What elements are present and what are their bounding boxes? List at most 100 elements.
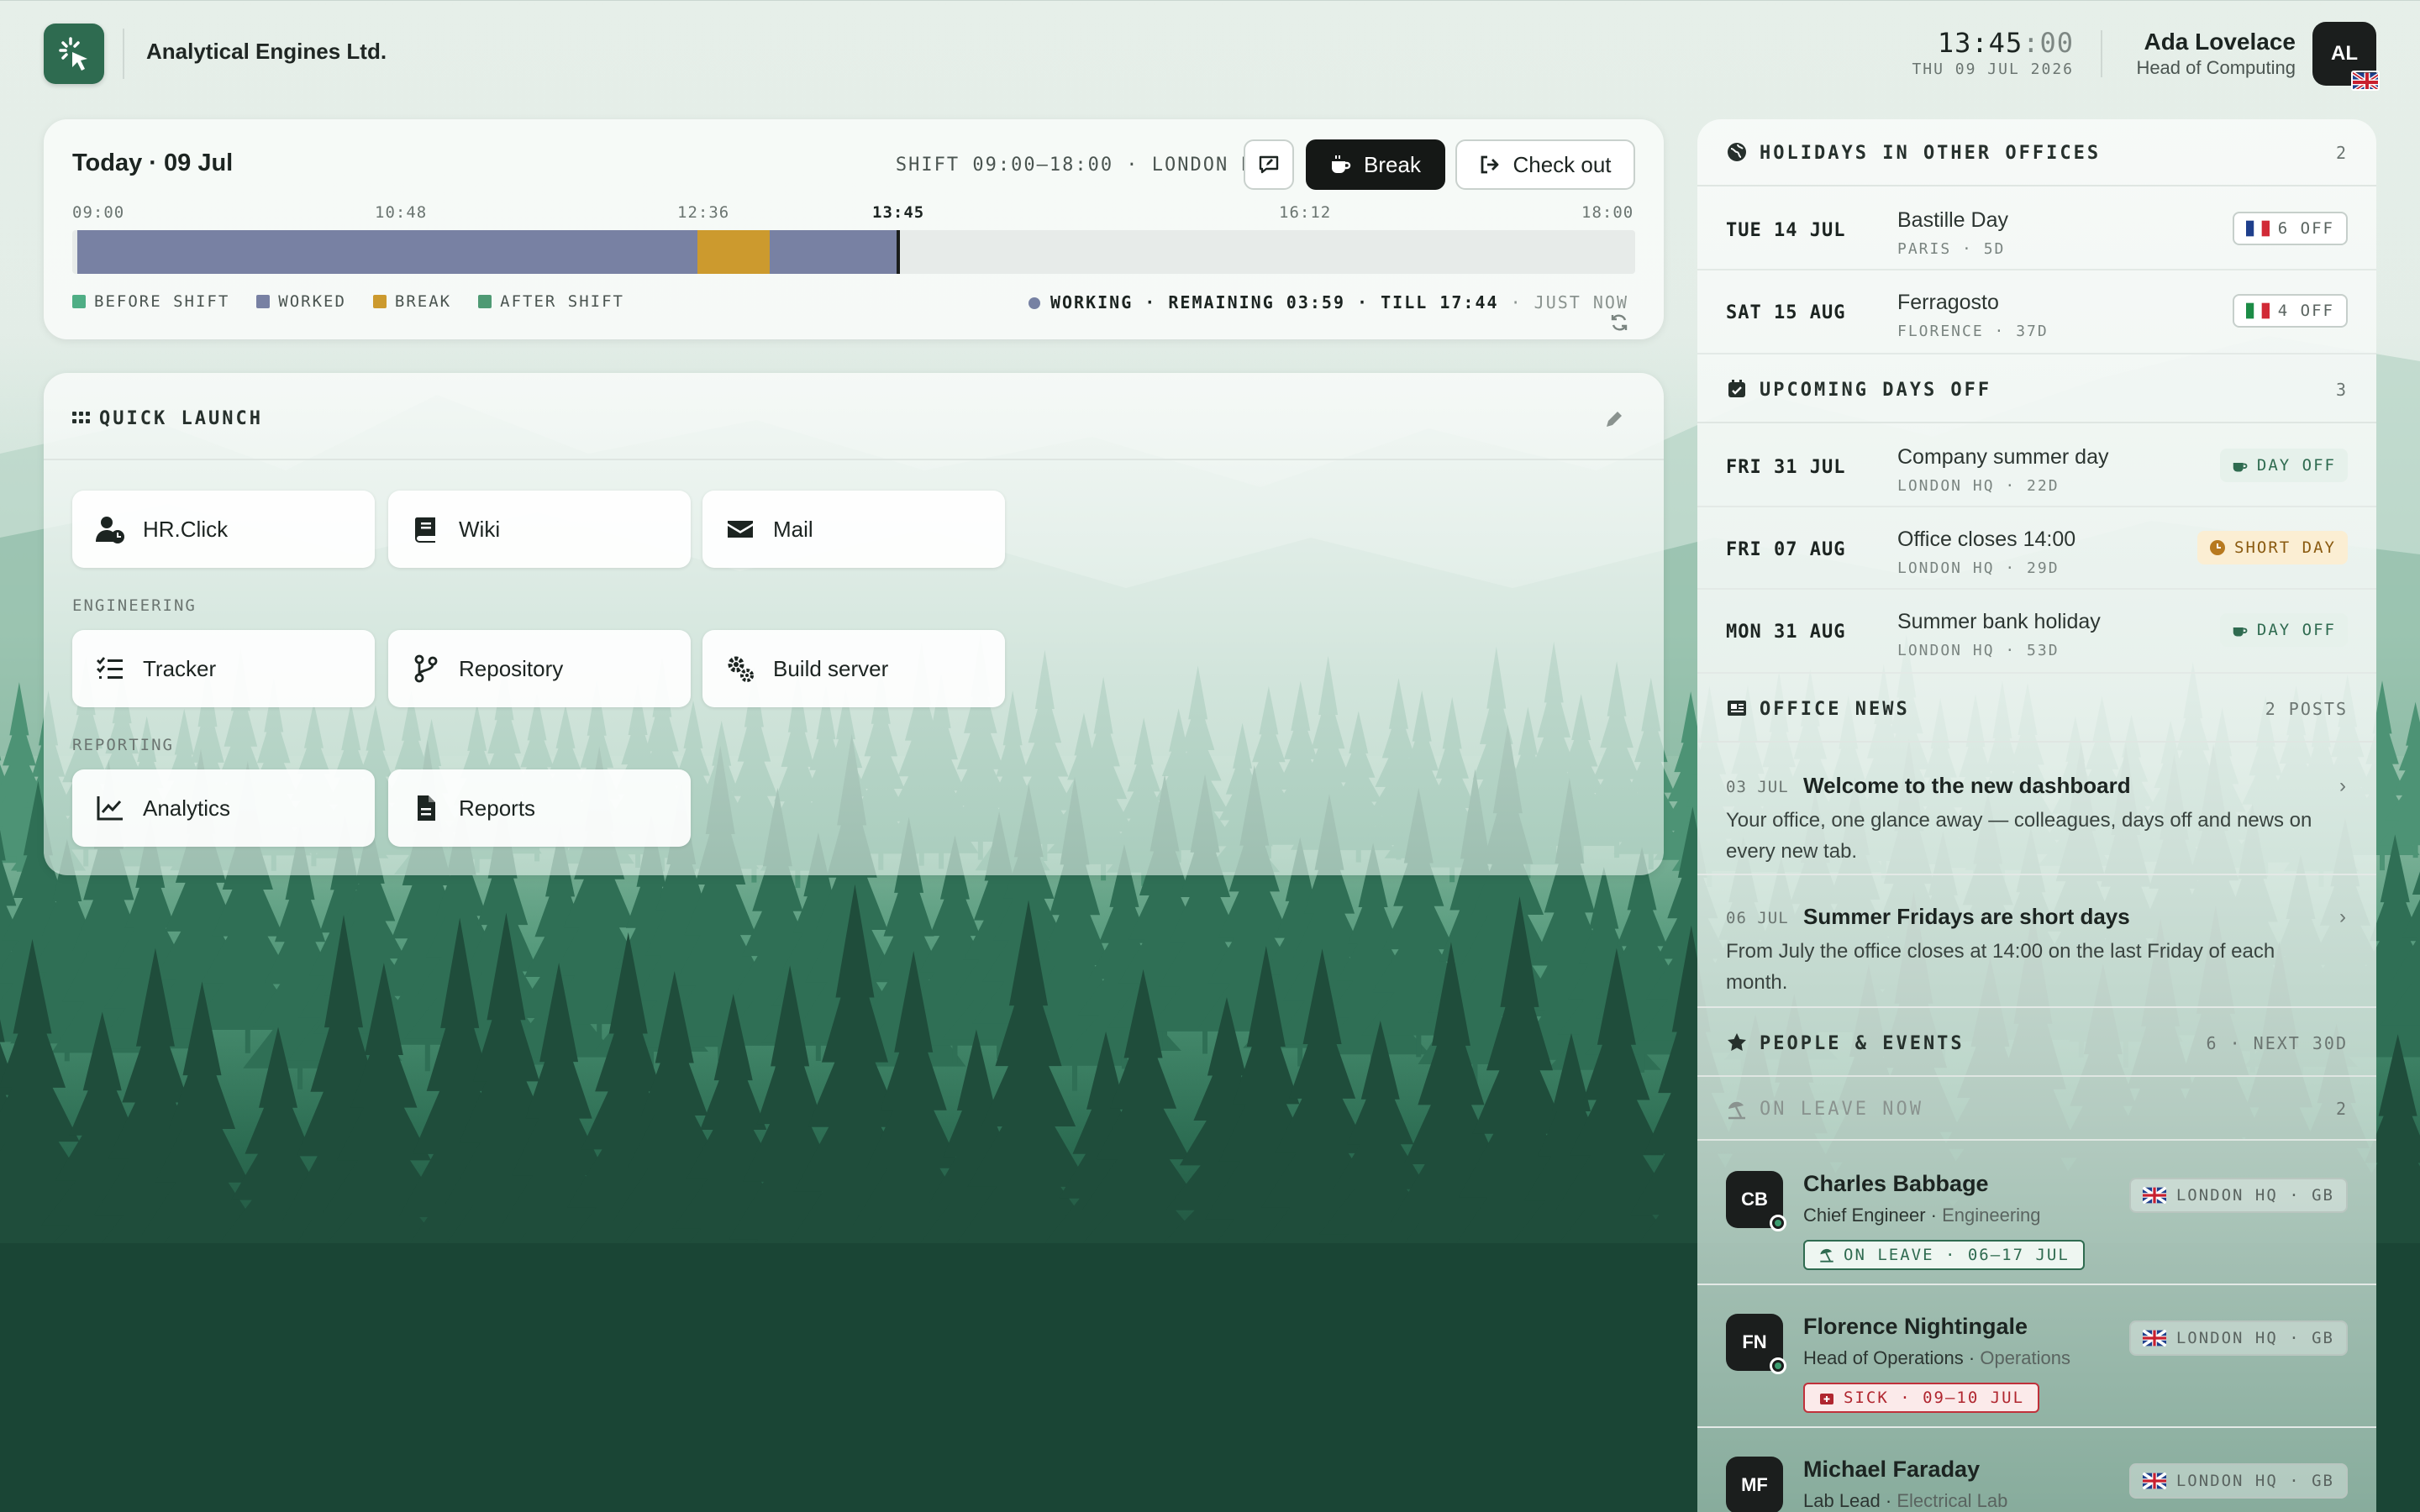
list-check-icon: [97, 657, 123, 679]
chevron-right-icon: ›: [2339, 906, 2346, 928]
on-leave-badge: ON LEAVE · 06–17 JUL: [1803, 1240, 2085, 1270]
avatar: MF: [1726, 1457, 1783, 1512]
tile-wiki[interactable]: Wiki: [388, 491, 691, 568]
tick-label: 18:00: [1581, 203, 1634, 222]
tile-label: Analytics: [143, 795, 231, 821]
day-off-row[interactable]: FRI 31 JUL Company summer day LONDON HQ …: [1697, 425, 2376, 507]
tile-mail[interactable]: Mail: [702, 491, 1005, 568]
section-label-reporting: REPORTING: [72, 736, 174, 754]
news-item[interactable]: 03 JUL Welcome to the new dashboard Your…: [1697, 744, 2376, 875]
online-indicator: [1770, 1215, 1786, 1231]
newspaper-icon: [1728, 701, 1746, 716]
legend-after-shift: AFTER SHIFT: [478, 292, 624, 311]
break-button[interactable]: Break: [1306, 139, 1445, 190]
coffee-icon: [2233, 463, 2248, 472]
clock: 13:45:00: [1933, 27, 2074, 59]
france-flag-icon: [2245, 220, 2270, 237]
short-day-badge: SHORT DAY: [2197, 531, 2348, 564]
coffee-icon: [1332, 155, 1351, 173]
chevron-right-icon: ›: [2339, 774, 2346, 797]
off-count-badge: 6 OFF: [2232, 212, 2348, 245]
feedback-button[interactable]: [1244, 139, 1294, 190]
tile-repository[interactable]: Repository: [388, 630, 691, 707]
person-card[interactable]: FN Florence Nightingale Head of Operatio…: [1697, 1285, 2376, 1428]
shift-info: SHIFT 09:00–18:00 · LONDON HQ: [895, 155, 1267, 176]
location-badge: LONDON HQ · GB: [2128, 1178, 2348, 1213]
tick-label: 09:00: [72, 203, 125, 222]
person-card[interactable]: CB Charles Babbage Chief Engineer · Engi…: [1697, 1142, 2376, 1285]
timeline-now-marker: [896, 230, 900, 274]
today-card: Today · 09 Jul SHIFT 09:00–18:00 · LONDO…: [44, 119, 1664, 339]
file-icon: [418, 795, 435, 821]
people-header: PEOPLE & EVENTS 6 · NEXT 30D: [1697, 1010, 2376, 1077]
tile-build-server[interactable]: Build server: [702, 630, 1005, 707]
tile-tracker[interactable]: Tracker: [72, 630, 375, 707]
avatar: CB: [1726, 1171, 1786, 1231]
edit-pencil-icon[interactable]: [1603, 408, 1625, 430]
tile-label: Repository: [459, 655, 564, 681]
tile-hr-click[interactable]: HR.Click: [72, 491, 375, 568]
person-card[interactable]: MF Michael Faraday Lab Lead · Electrical…: [1697, 1428, 2376, 1512]
check-out-button[interactable]: Check out: [1455, 139, 1635, 190]
off-count-badge: 4 OFF: [2232, 294, 2348, 328]
clock-icon: [2210, 540, 2226, 555]
umbrella-beach-icon: [1728, 1101, 1745, 1120]
user-name: Ada Lovelace: [2144, 29, 2296, 55]
medkit-icon: [1820, 1394, 1833, 1404]
day-off-badge: DAY OFF: [2219, 613, 2348, 647]
shift-timeline: [72, 230, 1635, 274]
tile-label: Reports: [459, 795, 536, 821]
app-logo[interactable]: [44, 24, 104, 84]
tile-label: Mail: [773, 516, 813, 542]
uk-flag-icon: [2142, 1473, 2166, 1489]
tile-analytics[interactable]: Analytics: [72, 769, 375, 847]
company-name: Analytical Engines Ltd.: [146, 39, 387, 64]
clock-hours-minutes: 13:45: [1937, 27, 2023, 59]
user-role: Head of Computing: [2136, 57, 2296, 78]
user-clock-icon: [96, 517, 124, 543]
side-panel: HOLIDAYS IN OTHER OFFICES 2 TUE 14 JUL Ba…: [1697, 119, 2376, 1512]
holiday-row[interactable]: TUE 14 JUL Bastille Day PARIS · 5D 6 OFF: [1697, 188, 2376, 270]
tile-reports[interactable]: Reports: [388, 769, 691, 847]
umbrella-beach-icon: [1820, 1248, 1833, 1263]
timeline-break-segment: [697, 230, 771, 274]
tick-label: 12:36: [677, 203, 730, 222]
clock-separator: :: [2023, 27, 2040, 59]
location-badge: LONDON HQ · GB: [2128, 1320, 2348, 1356]
user-initials: AL: [2331, 42, 2358, 65]
refresh-icon[interactable]: [1610, 313, 1628, 332]
timeline-legend: BEFORE SHIFT WORKED BREAK AFTER SHIFT: [72, 292, 624, 311]
day-off-badge: DAY OFF: [2219, 449, 2348, 482]
location-badge: LONDON HQ · GB: [2128, 1463, 2348, 1499]
day-off-row[interactable]: MON 31 AUG Summer bank holiday LONDON HQ…: [1697, 590, 2376, 674]
chart-line-icon: [97, 796, 123, 821]
quick-launch-divider: [44, 459, 1664, 460]
coffee-icon: [2233, 627, 2248, 637]
holiday-row[interactable]: SAT 15 AUG Ferragosto FLORENCE · 37D 4 O…: [1697, 270, 2376, 354]
news-item[interactable]: 06 JUL Summer Fridays are short days Fro…: [1697, 875, 2376, 1008]
status-updated: JUST NOW: [1534, 292, 1628, 312]
quick-launch-header: QUICK LAUNCH: [72, 408, 263, 429]
envelope-icon: [728, 521, 753, 538]
days-off-header: UPCOMING DAYS OFF 3: [1697, 356, 2376, 423]
check-out-label: Check out: [1512, 151, 1612, 177]
header-divider: [123, 29, 124, 79]
day-off-row[interactable]: FRI 07 AUG Office closes 14:00 LONDON HQ…: [1697, 507, 2376, 590]
user-avatar[interactable]: AL: [2312, 22, 2380, 91]
news-header: OFFICE NEWS 2 POSTS: [1697, 675, 2376, 743]
sick-badge: SICK · 09–10 JUL: [1803, 1383, 2040, 1413]
holidays-header: HOLIDAYS IN OTHER OFFICES 2: [1697, 119, 2376, 186]
comment-pen-icon: [1259, 155, 1279, 174]
sign-out-icon: [1481, 155, 1499, 174]
status-text: WORKING · REMAINING 03:59 · TILL 17:44: [1050, 292, 1499, 312]
legend-worked: WORKED: [256, 292, 346, 311]
quick-launch-card: QUICK LAUNCH HR.Click Wiki Mail ENGINEER…: [44, 373, 1664, 875]
book-icon: [414, 517, 435, 543]
uk-flag-icon: [2142, 1330, 2166, 1347]
quick-launch-title: QUICK LAUNCH: [99, 408, 263, 429]
timeline-worked-segment: [77, 230, 697, 274]
on-leave-subheader: ON LEAVE NOW 2: [1697, 1079, 2376, 1141]
star-icon: [1728, 1033, 1746, 1051]
legend-before-shift: BEFORE SHIFT: [72, 292, 229, 311]
status-dot: [1028, 297, 1040, 309]
